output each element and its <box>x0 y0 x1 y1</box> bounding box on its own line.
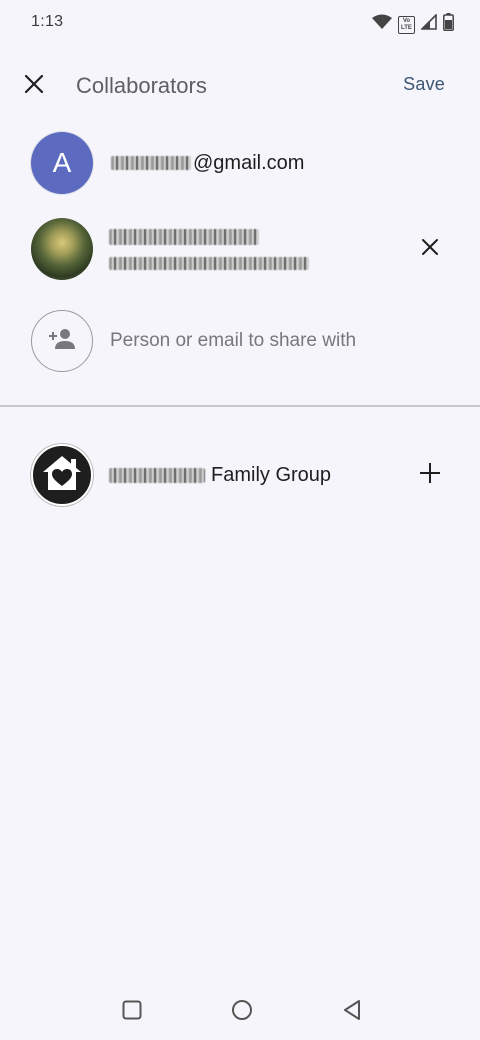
status-time: 1:13 <box>31 13 64 30</box>
family-group-avatar <box>31 444 93 506</box>
close-button[interactable] <box>14 66 54 106</box>
recents-square-icon <box>122 1000 142 1025</box>
status-bar: 1:13 Vo LTE <box>0 0 480 46</box>
back-button[interactable] <box>332 997 372 1027</box>
collaborator-row <box>0 218 480 280</box>
redacted-text <box>111 156 191 170</box>
divider <box>0 405 480 407</box>
family-group-label: Family Group <box>109 464 331 487</box>
navigation-bar <box>0 985 480 1040</box>
add-person-avatar <box>31 310 93 372</box>
volte-line1: Vo <box>402 17 411 24</box>
status-icons: Vo LTE <box>372 13 454 36</box>
owner-avatar-letter: A <box>52 147 72 178</box>
family-group-name: Family Group <box>211 463 332 486</box>
home-circle-icon <box>231 999 253 1026</box>
collaborators-screen: 1:13 Vo LTE Collaborators Save A @gmail.… <box>0 0 480 1040</box>
close-icon <box>421 238 439 261</box>
redacted-collaborator-email <box>109 256 309 270</box>
owner-email: @gmail.com <box>111 152 304 175</box>
add-family-group-button[interactable] <box>412 457 448 493</box>
redacted-text <box>109 467 205 483</box>
collaborator-avatar <box>31 218 93 280</box>
family-group-row: Family Group <box>0 444 480 506</box>
wifi-icon <box>372 14 392 35</box>
recents-button[interactable] <box>112 997 152 1027</box>
owner-avatar: A <box>31 132 93 194</box>
volte-icon: Vo LTE <box>398 15 415 34</box>
plus-icon <box>419 462 441 489</box>
redacted-collaborator-name <box>109 228 259 245</box>
remove-collaborator-button[interactable] <box>412 231 448 267</box>
volte-line2: LTE <box>401 24 412 31</box>
page-title: Collaborators <box>76 73 207 98</box>
home-heart-icon <box>40 453 84 498</box>
signal-icon <box>420 13 437 35</box>
save-button[interactable]: Save <box>390 68 458 101</box>
owner-email-suffix: @gmail.com <box>193 151 305 174</box>
back-triangle-icon <box>342 999 362 1026</box>
share-email-input[interactable] <box>110 330 430 352</box>
owner-row: A @gmail.com <box>0 132 480 194</box>
app-bar: Collaborators Save <box>0 56 480 116</box>
share-row <box>0 310 480 372</box>
collaborator-info <box>109 228 311 270</box>
close-icon <box>24 74 44 99</box>
battery-icon <box>443 13 454 36</box>
home-button[interactable] <box>222 997 262 1027</box>
person-add-icon <box>48 328 76 355</box>
